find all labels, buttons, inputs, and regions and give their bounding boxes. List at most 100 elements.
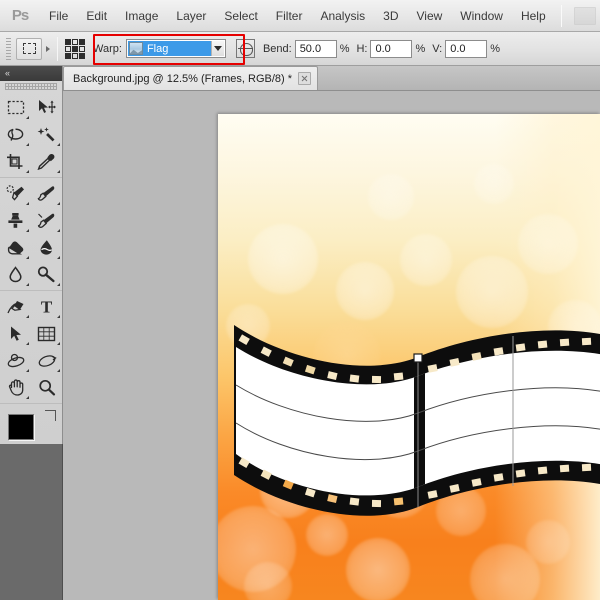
document-tab-bar: Background.jpg @ 12.5% (Frames, RGB/8) * [63,66,600,91]
bend-label: Bend: [262,42,292,55]
gradient-tool[interactable] [31,234,62,261]
h-input[interactable]: 0.0 [370,39,413,58]
menu-divider [560,4,562,27]
warp-dropdown-button[interactable] [210,41,224,56]
menu-bar: Ps File Edit Image Layer Select Filter A… [0,0,600,32]
tool-submenu-indicator [26,116,29,119]
warp-grid-icon[interactable] [65,38,85,59]
history-brush-tool[interactable] [31,207,62,234]
move-tool[interactable] [31,94,62,121]
menu-item-filter[interactable]: Filter [267,1,312,31]
warp-label: Warp: [93,42,122,55]
horizontal-type-tool[interactable]: T [31,293,62,320]
foreground-color-swatch[interactable] [8,414,34,440]
3d-orbit-tool[interactable] [31,347,62,374]
panel-icon[interactable] [573,6,596,25]
tool-submenu-indicator [57,202,60,205]
tool-group-retouch [0,178,62,291]
tool-submenu-indicator [57,256,60,259]
flag-warp-thumbnail-icon [128,42,143,55]
tool-submenu-indicator [57,342,60,345]
warp-control-point[interactable] [413,353,423,363]
hand-tool[interactable] [0,374,31,401]
warp-style-value: Flag [146,42,169,55]
collapse-arrows-icon[interactable]: « [5,69,10,78]
chevron-down-icon [213,46,222,51]
eyedropper-tool[interactable] [31,148,62,175]
tool-submenu-indicator [57,369,60,372]
menu-item-edit[interactable]: Edit [77,1,116,31]
lasso-tool[interactable] [0,121,31,148]
tool-group-selection [0,92,62,178]
warp-cell [65,45,71,52]
menu-item-view[interactable]: View [407,1,451,31]
document-tab[interactable]: Background.jpg @ 12.5% (Frames, RGB/8) * [63,66,319,90]
dodge-tool[interactable] [31,261,62,288]
menu-item-image[interactable]: Image [116,1,167,31]
tool-submenu-indicator [57,170,60,173]
spot-healing-brush-tool[interactable] [0,180,31,207]
tool-submenu-indicator [26,315,29,318]
swap-colors-icon[interactable] [45,410,56,421]
tool-submenu-indicator [26,143,29,146]
3d-rotate-tool[interactable] [0,347,31,374]
h-unit: % [415,42,426,55]
close-icon[interactable] [298,72,312,85]
options-divider [57,36,58,61]
warp-cell [65,38,71,45]
crop-tool[interactable] [0,148,31,175]
chevron-down-icon[interactable] [46,45,50,52]
path-selection-tool[interactable] [0,320,31,347]
warp-style-dropdown[interactable]: Flag [125,39,226,58]
bend-input[interactable]: 50.0 [294,39,337,58]
warp-cell [72,38,78,45]
rectangular-marquee-icon [22,43,36,54]
pen-tool[interactable] [0,293,31,320]
v-input[interactable]: 0.0 [445,39,488,58]
warp-cell [65,52,71,59]
tool-submenu-indicator [26,202,29,205]
warp-cell [72,52,78,59]
document-canvas[interactable] [218,114,600,600]
menu-item-file[interactable]: File [40,1,77,31]
menu-item-layer[interactable]: Layer [167,1,215,31]
tool-submenu-indicator [26,283,29,286]
menu-item-analysis[interactable]: Analysis [311,1,374,31]
tool-preset-picker[interactable] [16,37,42,60]
tool-submenu-indicator [26,256,29,259]
warp-cell [79,52,85,59]
menu-item-help[interactable]: Help [512,1,555,31]
tools-panel-drag-handle[interactable] [5,83,57,90]
menu-item-select[interactable]: Select [215,1,266,31]
photoshop-window: Ps File Edit Image Layer Select Filter A… [0,0,600,600]
menu-item-window[interactable]: Window [451,1,512,31]
tool-submenu-indicator [57,283,60,286]
rectangle-tool[interactable] [31,320,62,347]
tools-panel-titlebar[interactable]: « [0,66,62,81]
film-strip-artwork[interactable] [218,114,600,600]
tool-submenu-indicator [26,369,29,372]
clone-stamp-tool[interactable] [0,207,31,234]
rectangular-marquee-tool[interactable] [0,94,31,121]
eraser-tool[interactable] [0,234,31,261]
photoshop-logo: Ps [11,7,29,24]
tool-group-vector: T [0,291,62,404]
h-label: H: [356,42,368,55]
warp-cell [79,45,85,52]
brush-tool[interactable] [31,180,62,207]
tool-submenu-indicator [26,342,29,345]
tool-submenu-indicator [26,229,29,232]
tool-submenu-indicator [57,315,60,318]
warp-cell [72,45,78,52]
v-unit: % [490,42,501,55]
blur-tool[interactable] [0,261,31,288]
document-tab-title: Background.jpg @ 12.5% (Frames, RGB/8) * [73,72,293,85]
v-label: V: [432,42,443,55]
quick-selection-tool[interactable] [31,121,62,148]
menu-item-3d[interactable]: 3D [374,1,407,31]
zoom-tool[interactable] [31,374,62,401]
options-bar: Warp: Flag Bend: 50.0 % H: 0.0 % V: 0.0 … [0,32,600,66]
options-bar-grip[interactable] [6,37,11,60]
left-dark-panel [0,444,63,600]
change-warp-orientation-icon[interactable] [235,39,255,58]
